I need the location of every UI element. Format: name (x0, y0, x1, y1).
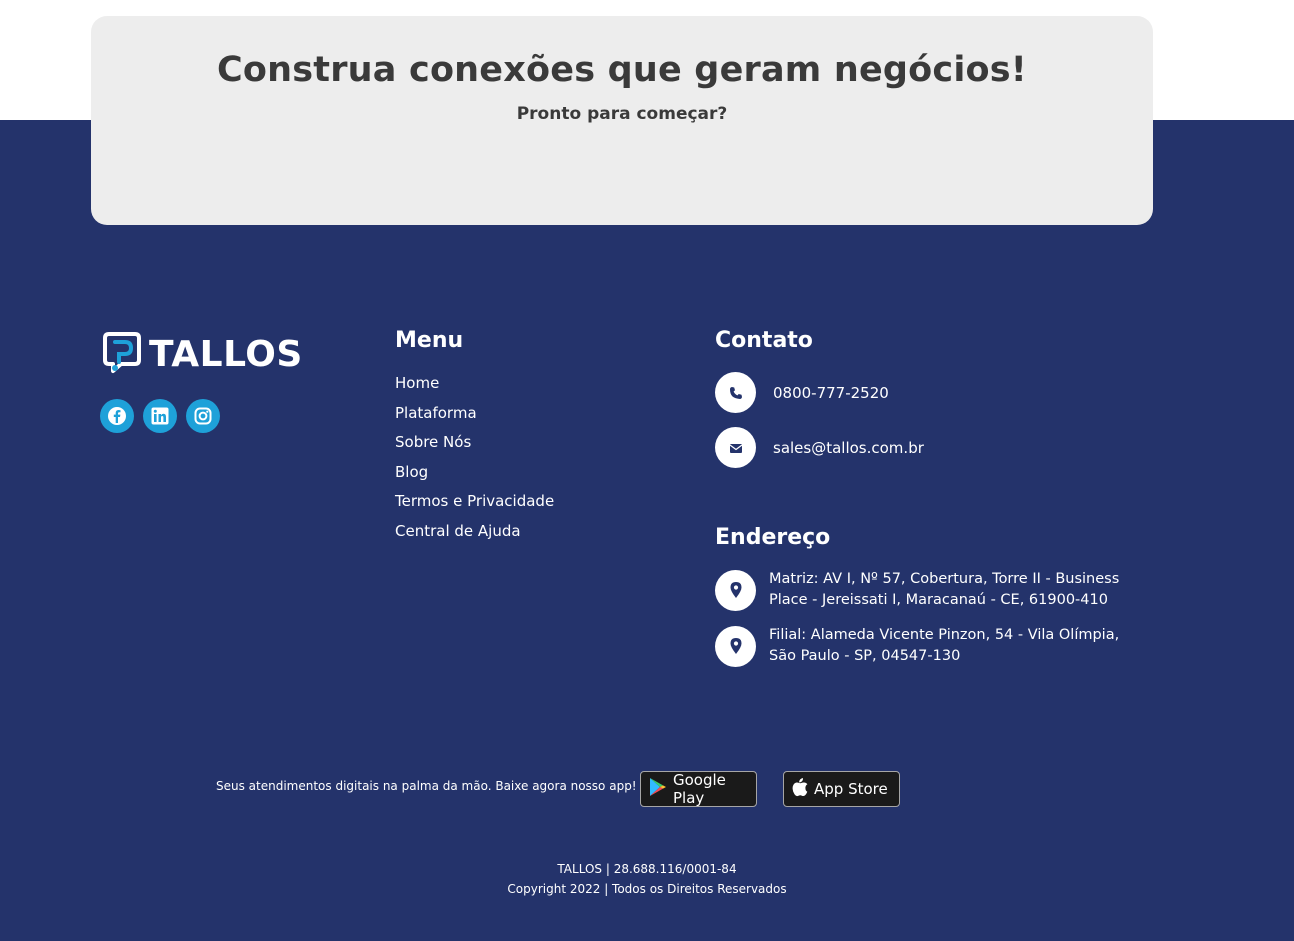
address-matriz-row: Matriz: AV I, Nº 57, Cobertura, Torre II… (715, 569, 1149, 611)
facebook-icon (108, 407, 126, 425)
menu-item-home[interactable]: Home (395, 373, 554, 403)
menu-item-blog[interactable]: Blog (395, 462, 554, 492)
brand-name: TALLOS (149, 334, 303, 375)
menu-item-plataforma[interactable]: Plataforma (395, 403, 554, 433)
tallos-logo[interactable]: TALLOS (103, 330, 303, 379)
google-play-button[interactable]: Google Play (640, 771, 757, 807)
address-title: Endereço (715, 525, 831, 550)
email-address: sales@tallos.com.br (773, 438, 924, 457)
phone-number: 0800-777-2520 (773, 383, 889, 402)
cta-title: Construa conexões que geram negócios! (217, 50, 1027, 90)
menu-item-sobre-nos[interactable]: Sobre Nós (395, 432, 554, 462)
map-pin-icon (715, 625, 756, 667)
menu-title: Menu (395, 328, 464, 353)
cta-card: Construa conexões que geram negócios! Pr… (91, 16, 1153, 225)
email-row[interactable]: sales@tallos.com.br (715, 427, 924, 468)
address-matriz: Matriz: AV I, Nº 57, Cobertura, Torre II… (769, 571, 1120, 608)
footer-copyright: Copyright 2022 | Todos os Direitos Reser… (507, 882, 787, 896)
social-links (100, 399, 220, 433)
facebook-button[interactable] (100, 399, 134, 433)
footer-company: TALLOS | 28.688.116/0001-84 (557, 862, 737, 876)
app-promo-text: Seus atendimentos digitais na palma da m… (216, 779, 637, 793)
google-play-icon (649, 777, 667, 801)
address-filial: Filial: Alameda Vicente Pinzon, 54 - Vil… (769, 627, 1120, 664)
menu-item-termos[interactable]: Termos e Privacidade (395, 491, 554, 521)
phone-row[interactable]: 0800-777-2520 (715, 372, 889, 413)
google-play-label: Google Play (673, 771, 726, 807)
contact-title: Contato (715, 328, 813, 353)
menu-list: Home Plataforma Sobre Nós Blog Termos e … (395, 373, 554, 550)
address-filial-row: Filial: Alameda Vicente Pinzon, 54 - Vil… (715, 625, 1149, 667)
envelope-icon (715, 427, 756, 468)
tallos-logo-icon (103, 330, 143, 379)
linkedin-button[interactable] (143, 399, 177, 433)
apple-icon (792, 777, 808, 801)
cta-subtitle: Pronto para começar? (516, 104, 728, 124)
instagram-button[interactable] (186, 399, 220, 433)
linkedin-icon (151, 407, 169, 425)
instagram-icon (194, 407, 212, 425)
menu-item-central-ajuda[interactable]: Central de Ajuda (395, 521, 554, 551)
phone-icon (715, 372, 756, 413)
app-store-button[interactable]: App Store (783, 771, 900, 807)
app-store-label: App Store (814, 780, 888, 798)
map-pin-icon (715, 569, 756, 611)
